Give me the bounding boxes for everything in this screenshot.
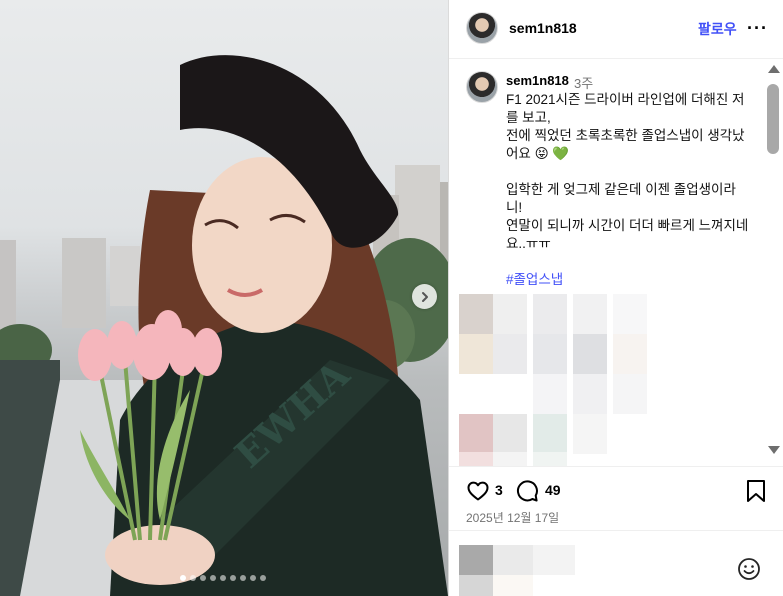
- bookmark-icon[interactable]: [745, 479, 767, 503]
- chevron-right-icon: [421, 291, 428, 302]
- post-photo[interactable]: EWHA: [0, 0, 448, 596]
- post-header: sem1n818 팔로우 ···: [449, 0, 783, 59]
- post-date: 2025년 12월 17일: [466, 511, 560, 525]
- carousel-dot: [230, 575, 236, 581]
- avatar[interactable]: [466, 12, 498, 44]
- carousel-dot: [200, 575, 206, 581]
- blurred-comments: [459, 294, 669, 466]
- caption-username[interactable]: sem1n818: [506, 73, 569, 88]
- like-count[interactable]: 3: [495, 482, 503, 498]
- carousel-indicator: [180, 575, 266, 581]
- comments-section[interactable]: sem1n818 3주 F1 2021시즌 드라이버 라인업에 더해진 저를 보…: [449, 60, 783, 466]
- comments-scrollbar[interactable]: [765, 60, 783, 466]
- scroll-up-arrow-icon[interactable]: [768, 65, 780, 73]
- caption-time: 3주: [574, 76, 594, 91]
- more-dots-icon[interactable]: ···: [747, 18, 768, 39]
- scroll-down-arrow-icon[interactable]: [768, 446, 780, 454]
- carousel-dot: [250, 575, 256, 581]
- comment-count[interactable]: 49: [545, 482, 561, 498]
- heart-icon[interactable]: [466, 479, 490, 503]
- carousel-dot: [240, 575, 246, 581]
- carousel-dot: [220, 575, 226, 581]
- carousel-dot: [190, 575, 196, 581]
- hashtag-link[interactable]: #졸업스냅: [506, 272, 563, 287]
- speech-bubble-icon[interactable]: [515, 479, 539, 503]
- carousel-next-button[interactable]: [412, 284, 437, 309]
- author-username[interactable]: sem1n818: [509, 20, 577, 36]
- blurred-comment-preview: [459, 545, 575, 596]
- caption-body: F1 2021시즌 드라이버 라인업에 더해진 저를 보고, 전에 찍었던 초록…: [506, 92, 749, 251]
- carousel-dot: [210, 575, 216, 581]
- smiley-icon[interactable]: [737, 557, 761, 581]
- carousel-dot: [180, 575, 186, 581]
- add-comment-bar: [449, 530, 783, 596]
- scroll-thumb[interactable]: [767, 84, 779, 154]
- avatar[interactable]: [466, 71, 498, 103]
- follow-button[interactable]: 팔로우: [698, 19, 737, 39]
- caption-text: F1 2021시즌 드라이버 라인업에 더해진 저를 보고, 전에 찍었던 초록…: [506, 91, 751, 289]
- carousel-dot: [260, 575, 266, 581]
- photo-illustration: EWHA: [0, 55, 448, 596]
- post-detail-panel: sem1n818 팔로우 ··· sem1n818 3주 F1 2021시즌 드…: [448, 0, 783, 596]
- post-actions: 3 49 2025년 12월 17일: [449, 466, 783, 530]
